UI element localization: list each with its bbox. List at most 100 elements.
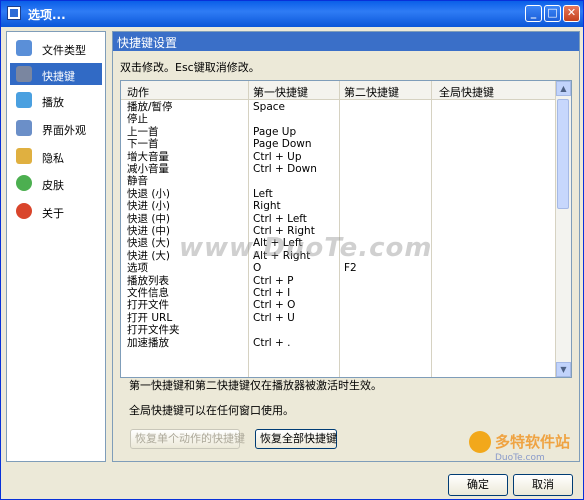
table-row[interactable]: 文件信息 Ctrl + I [121, 287, 557, 299]
sidebar-item-label: 快捷键 [42, 70, 75, 83]
maximize-button[interactable]: □ [544, 5, 561, 22]
cell-action: 文件信息 [127, 287, 169, 299]
sidebar-item-file-types[interactable]: 文件类型 [10, 37, 102, 59]
watermark-text: www.DuoTe.com [179, 233, 433, 263]
cell-action: 停止 [127, 113, 148, 126]
table-row[interactable]: 快退 (小) Left [121, 188, 557, 200]
table-row[interactable]: 快进 (小) Right [121, 200, 557, 212]
cell-action: 打开文件 [127, 299, 169, 312]
note-scope: 第一快捷键和第二快捷键仅在播放器被激活时生效。 [129, 379, 382, 392]
cell-primary-key: Ctrl + O [253, 299, 296, 312]
cell-action: 下一首 [127, 138, 159, 151]
cell-action: 加速播放 [127, 336, 169, 349]
scroll-up-icon[interactable]: ▲ [556, 81, 571, 96]
column-header-primary[interactable]: 第一快捷键 [253, 84, 308, 100]
sidebar-item-label: 播放 [42, 96, 64, 109]
tools-icon [16, 66, 32, 82]
cell-primary-key: Right [253, 200, 281, 213]
cell-primary-key: Page Down [253, 138, 312, 151]
table-row[interactable]: 打开文件 Ctrl + O [121, 299, 557, 311]
cell-action: 快进 (小) [127, 200, 171, 213]
title-bar[interactable]: 选项... _ □ ✕ [1, 1, 583, 27]
cell-action: 快退 (中) [127, 212, 171, 225]
sidebar-item-skins[interactable]: 皮肤 [10, 172, 102, 194]
options-window: 选项... _ □ ✕ 文件类型 快捷键 播放 界面外观 隐私 皮肤 关于 快捷… [0, 0, 584, 500]
cell-primary-key: Ctrl + U [253, 311, 295, 324]
cell-action: 播放/暂停 [127, 101, 173, 113]
cell-action: 静音 [127, 175, 148, 188]
cell-primary-key: Ctrl + Up [253, 150, 302, 163]
edit-hint: 双击修改。Esc键取消修改。 [120, 61, 260, 74]
column-header-action[interactable]: 动作 [127, 84, 149, 100]
cell-action: 播放列表 [127, 274, 169, 287]
sidebar-item-playback[interactable]: 播放 [10, 89, 102, 111]
sidebar-item-privacy[interactable]: 隐私 [10, 145, 102, 167]
window-icon [16, 120, 32, 136]
sidebar-item-appearance[interactable]: 界面外观 [10, 117, 102, 139]
cell-primary-key: Ctrl + I [253, 287, 291, 299]
minimize-button[interactable]: _ [525, 5, 542, 22]
restore-single-button[interactable]: 恢复单个动作的快捷键 [130, 429, 245, 449]
cell-action: 快退 (大) [127, 237, 171, 250]
lock-icon [16, 148, 32, 164]
ok-button[interactable]: 确定 [448, 474, 508, 496]
cancel-button[interactable]: 取消 [513, 474, 573, 496]
cell-primary-key: Space [253, 101, 285, 113]
sidebar-item-hotkeys[interactable]: 快捷键 [10, 63, 102, 85]
close-button[interactable]: ✕ [563, 5, 580, 22]
cell-action: 上一首 [127, 125, 159, 138]
cell-action: 减小音量 [127, 163, 169, 175]
sidebar-item-label: 隐私 [42, 152, 64, 165]
table-row[interactable]: 快退 (中) Ctrl + Left [121, 213, 557, 225]
panel-title: 快捷键设置 [117, 36, 178, 50]
table-row[interactable]: 停止 [121, 113, 557, 125]
cell-secondary-key: F2 [344, 262, 357, 275]
logo-url: DuoTe.com [495, 453, 545, 463]
column-header-global[interactable]: 全局快捷键 [439, 84, 494, 100]
scroll-thumb[interactable] [557, 99, 569, 209]
cell-action: 增大音量 [127, 150, 169, 163]
table-row[interactable]: 选项 O F2 [121, 262, 557, 274]
sidebar-item-about[interactable]: 关于 [10, 200, 102, 222]
cell-primary-key: Ctrl + Left [253, 212, 307, 225]
table-row[interactable]: 下一首 Page Down [121, 138, 557, 150]
app-icon [7, 6, 21, 20]
note-global: 全局快捷键可以在任何窗口使用。 [129, 404, 294, 417]
table-row[interactable]: 打开 URL Ctrl + U [121, 312, 557, 324]
cell-action: 快进 (中) [127, 225, 171, 237]
scroll-down-icon[interactable]: ▼ [556, 362, 571, 377]
table-row[interactable]: 打开文件夹 [121, 324, 557, 336]
column-header-secondary[interactable]: 第二快捷键 [344, 84, 399, 100]
cell-action: 打开文件夹 [127, 324, 180, 337]
hotkey-table[interactable]: 动作 第一快捷键 第二快捷键 全局快捷键 播放/暂停 Space 停止 上一首 Page… [120, 80, 572, 378]
cell-primary-key: Ctrl + . [253, 336, 291, 349]
users-icon [16, 175, 32, 191]
file-type-icon [16, 40, 32, 56]
window-title: 选项... [28, 8, 66, 22]
logo-mark-icon [469, 431, 491, 453]
sidebar-item-label: 界面外观 [42, 124, 86, 137]
cell-primary-key: Page Up [253, 125, 297, 138]
table-row[interactable]: 加速播放 Ctrl + . [121, 337, 557, 349]
table-row[interactable]: 上一首 Page Up [121, 126, 557, 138]
cell-primary-key: Left [253, 187, 273, 200]
sidebar: 文件类型 快捷键 播放 界面外观 隐私 皮肤 关于 [6, 31, 106, 462]
cell-action: 打开 URL [127, 311, 173, 324]
table-row[interactable]: 静音 [121, 175, 557, 187]
cell-primary-key: O [253, 262, 262, 275]
table-row[interactable]: 增大音量 Ctrl + Up [121, 151, 557, 163]
help-icon [16, 203, 32, 219]
panel-header: 快捷键设置 [113, 32, 579, 51]
table-row[interactable]: 减小音量 Ctrl + Down [121, 163, 557, 175]
table-row[interactable]: 播放/暂停 Space [121, 101, 557, 113]
duote-logo: 多特软件站 DuoTe.com [469, 425, 581, 475]
cell-action: 快退 (小) [127, 187, 171, 200]
sidebar-item-label: 关于 [42, 207, 64, 220]
table-row[interactable]: 播放列表 Ctrl + P [121, 275, 557, 287]
sidebar-item-label: 皮肤 [42, 179, 64, 192]
restore-all-button[interactable]: 恢复全部快捷键 [255, 429, 337, 449]
vertical-scrollbar[interactable]: ▲ ▼ [555, 81, 571, 377]
cell-primary-key: Ctrl + Down [253, 163, 317, 175]
logo-text: 多特软件站 [495, 433, 571, 451]
cell-action: 快进 (大) [127, 249, 171, 262]
